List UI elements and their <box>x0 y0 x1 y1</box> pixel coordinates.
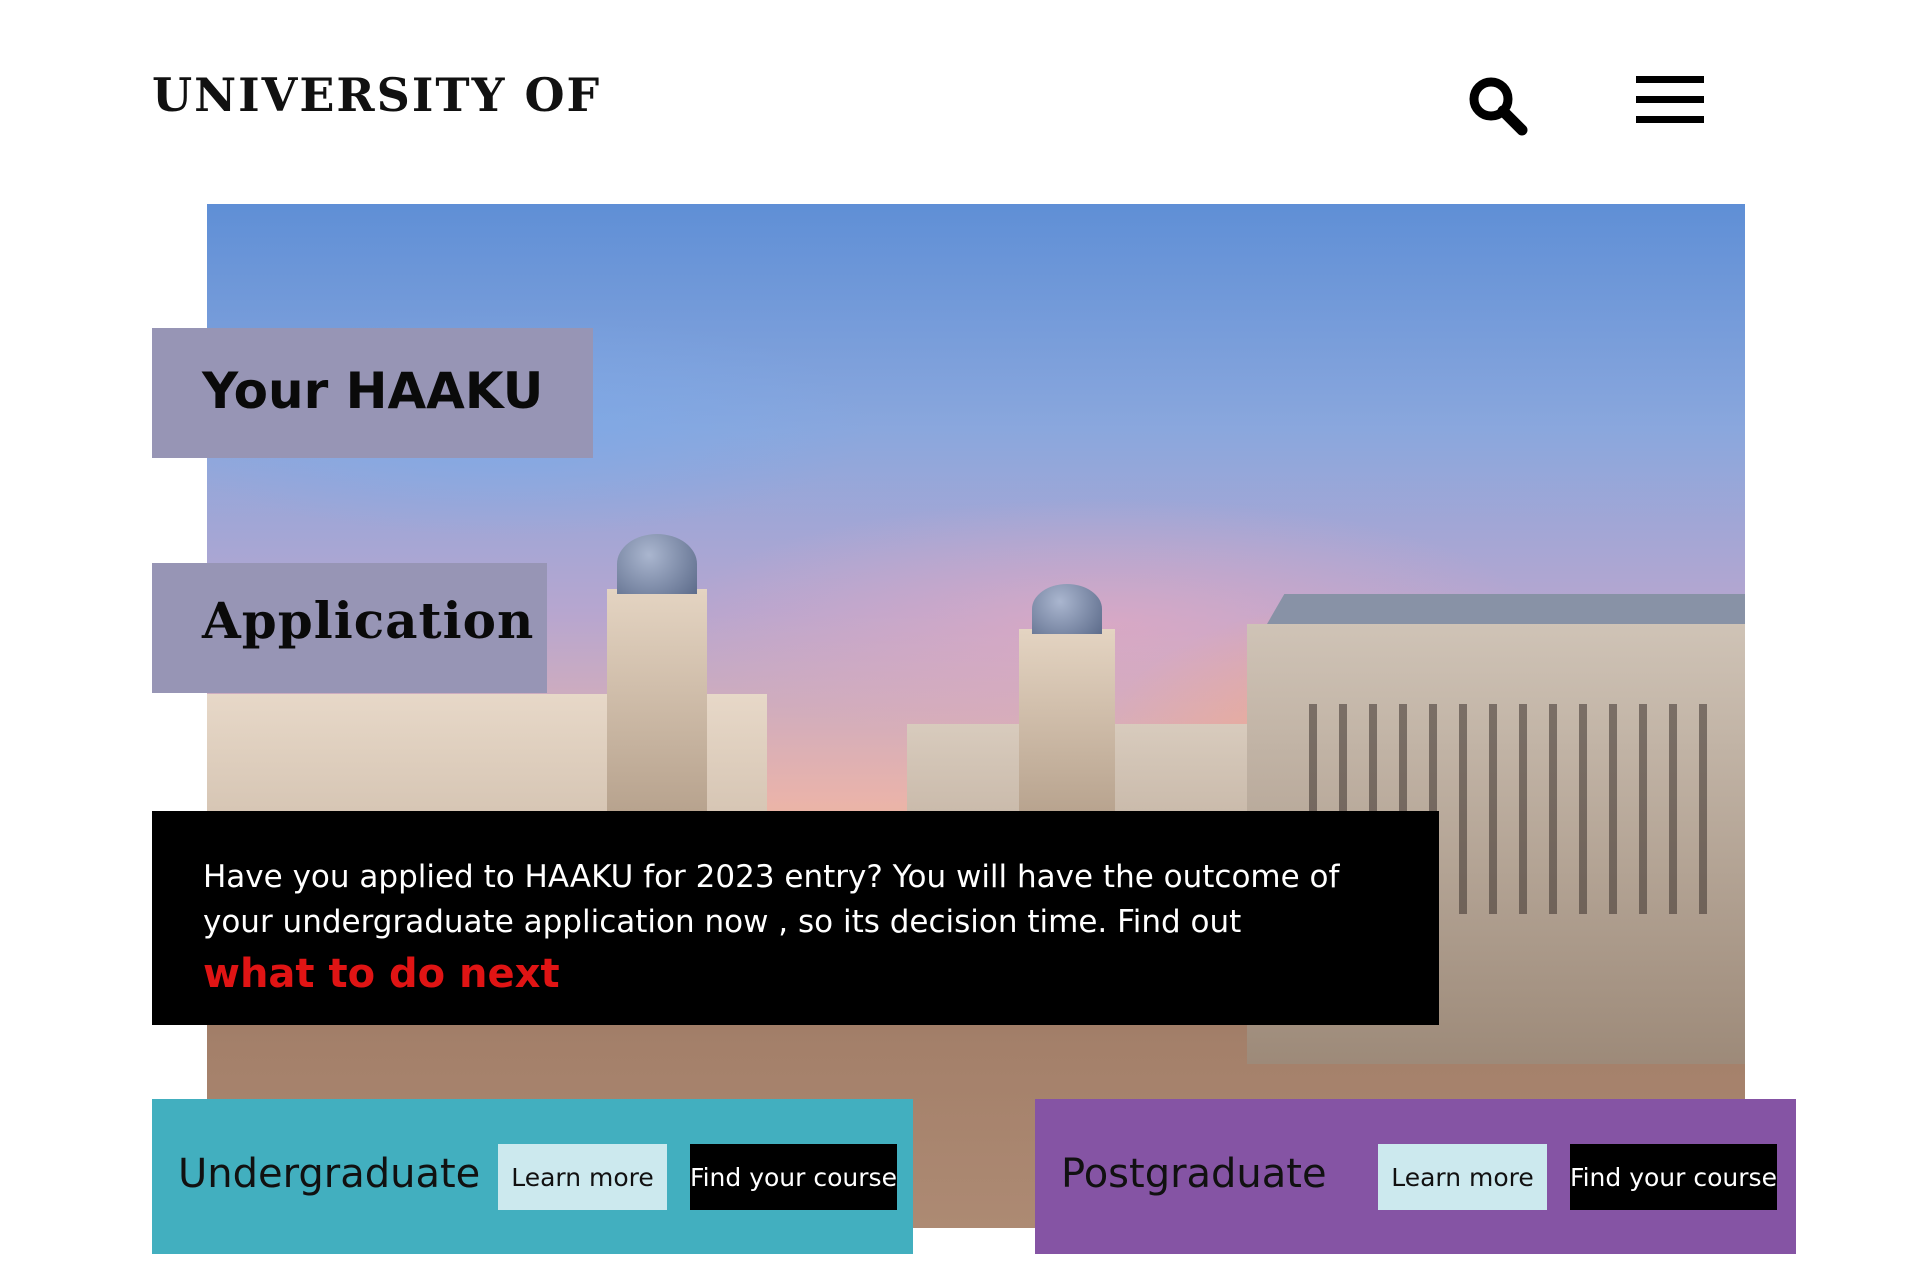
what-to-do-next-link[interactable]: what to do next <box>203 951 560 997</box>
hero-title-line1: Your HAAKU <box>152 328 593 458</box>
postgraduate-learn-more-button[interactable]: Learn more <box>1378 1144 1547 1210</box>
hamburger-menu-icon <box>1636 96 1704 103</box>
search-icon <box>1469 77 1528 136</box>
university-logo-text[interactable]: UNIVERSITY OF <box>152 68 601 122</box>
postgraduate-panel: Postgraduate Learn more Find your course <box>1035 1099 1796 1254</box>
search-button[interactable] <box>1466 74 1530 138</box>
announcement-text: Have you applied to HAAKU for 2023 entry… <box>203 859 1340 940</box>
postgraduate-find-course-button[interactable]: Find your course <box>1570 1144 1777 1210</box>
announcement-box: Have you applied to HAAKU for 2023 entry… <box>152 811 1439 1025</box>
undergraduate-learn-more-button[interactable]: Learn more <box>498 1144 667 1210</box>
hamburger-menu-icon <box>1636 76 1704 83</box>
postgraduate-label: Postgraduate <box>1061 1151 1327 1197</box>
undergraduate-panel: Undergraduate Learn more Find your cours… <box>152 1099 913 1254</box>
undergraduate-label: Undergraduate <box>178 1151 481 1197</box>
undergraduate-find-course-button[interactable]: Find your course <box>690 1144 897 1210</box>
hamburger-menu-icon <box>1636 116 1704 123</box>
menu-button[interactable] <box>1636 74 1712 128</box>
hero-title-line2: Application <box>152 563 547 693</box>
